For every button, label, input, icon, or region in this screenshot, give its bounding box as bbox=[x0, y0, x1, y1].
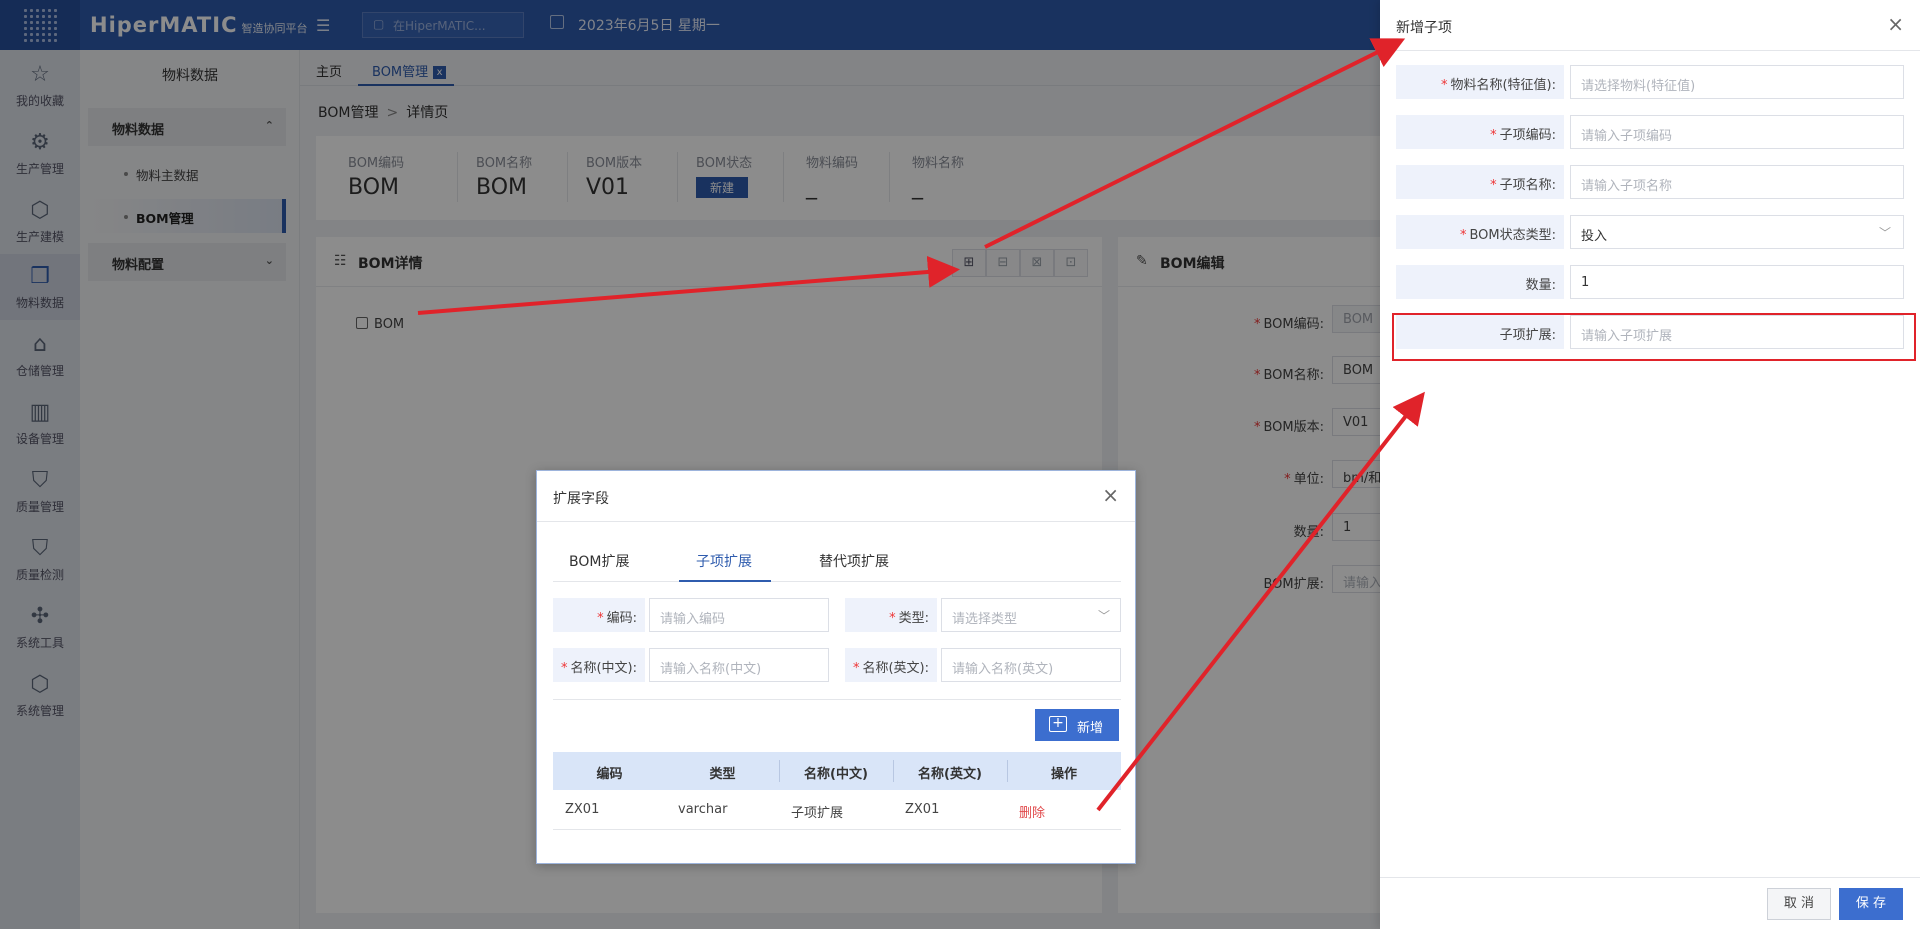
child-name-input[interactable]: 请输入子项名称 bbox=[1570, 165, 1904, 199]
th-name-en: 名称(英文) bbox=[918, 767, 982, 782]
cell-name-en: ZX01 bbox=[905, 802, 940, 817]
label-quantity: 数量: bbox=[1396, 265, 1564, 299]
tab-bom-extension[interactable]: BOM扩展 bbox=[569, 551, 629, 571]
delete-link[interactable]: 删除 bbox=[1019, 802, 1045, 821]
material-name-select[interactable]: 请选择物料(特征值) bbox=[1570, 65, 1904, 99]
code-label: * 编码: bbox=[553, 598, 645, 632]
type-select[interactable]: 请选择类型 ﹀ bbox=[941, 598, 1121, 632]
add-field-button[interactable]: + 新增 bbox=[1035, 709, 1119, 741]
table-row: ZX01 varchar 子项扩展 ZX01 删除 bbox=[553, 790, 1121, 830]
drawer-title: 新增子项 bbox=[1396, 20, 1452, 36]
cell-type: varchar bbox=[678, 802, 728, 817]
extension-fields-modal: 扩展字段 × BOM扩展 子项扩展 替代项扩展 * 编码: 请输入编码 * 类型: … bbox=[536, 470, 1136, 864]
th-name-cn: 名称(中文) bbox=[804, 767, 868, 782]
add-child-drawer: 新增子项 × * 物料名称(特征值): 请选择物料(特征值) * 子项编码: 请输入… bbox=[1380, 0, 1920, 929]
bom-status-type-select[interactable]: 投入 ﹀ bbox=[1570, 215, 1904, 249]
label-child-code: * 子项编码: bbox=[1396, 115, 1564, 149]
close-icon[interactable]: × bbox=[1887, 12, 1904, 36]
cancel-button[interactable]: 取 消 bbox=[1767, 888, 1831, 920]
fields-table-header: 编码 类型 名称(中文) 名称(英文) 操作 bbox=[553, 752, 1121, 790]
tab-substitute-extension[interactable]: 替代项扩展 bbox=[819, 551, 889, 571]
annotation-highlight-box bbox=[1392, 313, 1916, 361]
cell-name-cn: 子项扩展 bbox=[791, 806, 844, 821]
close-icon[interactable]: × bbox=[1102, 483, 1119, 507]
th-action: 操作 bbox=[1050, 767, 1077, 782]
name-en-label: * 名称(英文): bbox=[845, 648, 937, 682]
cell-code: ZX01 bbox=[565, 802, 600, 817]
label-child-name: * 子项名称: bbox=[1396, 165, 1564, 199]
label-bom-status-type: * BOM状态类型: bbox=[1396, 215, 1564, 249]
chevron-down-icon: ﹀ bbox=[1097, 609, 1110, 623]
name-cn-label: * 名称(中文): bbox=[553, 648, 645, 682]
modal-title: 扩展字段 bbox=[553, 491, 609, 507]
code-input[interactable]: 请输入编码 bbox=[649, 598, 829, 632]
child-code-input[interactable]: 请输入子项编码 bbox=[1570, 115, 1904, 149]
quantity-input[interactable]: 1 bbox=[1570, 265, 1904, 299]
th-type: 类型 bbox=[709, 767, 736, 782]
chevron-down-icon: ﹀ bbox=[1878, 226, 1891, 240]
save-button[interactable]: 保 存 bbox=[1839, 888, 1903, 920]
label-material-name: * 物料名称(特征值): bbox=[1396, 65, 1564, 99]
active-tab-indicator bbox=[679, 580, 771, 582]
name-cn-input[interactable]: 请输入名称(中文) bbox=[649, 648, 829, 682]
name-en-input[interactable]: 请输入名称(英文) bbox=[941, 648, 1121, 682]
tab-child-extension[interactable]: 子项扩展 bbox=[696, 551, 752, 571]
add-icon: + bbox=[1049, 716, 1067, 732]
th-code: 编码 bbox=[596, 767, 623, 782]
type-label: * 类型: bbox=[845, 598, 937, 632]
